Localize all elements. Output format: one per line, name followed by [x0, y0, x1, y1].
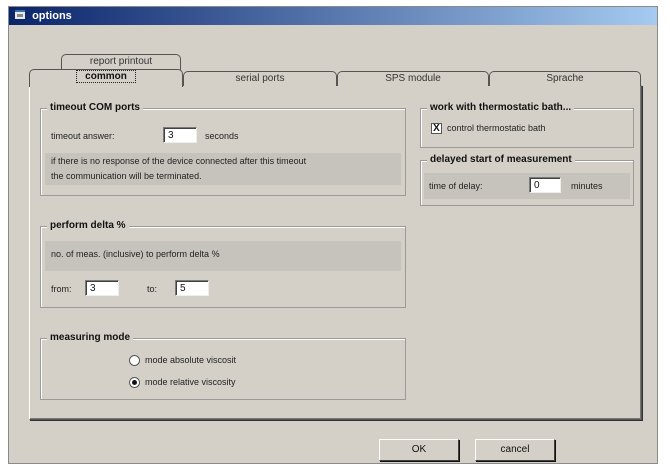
delta-from-input[interactable]: 3	[85, 280, 119, 296]
tab-label: serial ports	[235, 73, 285, 84]
thermostatic-bath-group: work with thermostatic bath... X control…	[420, 102, 634, 148]
radio-selected-dot	[132, 380, 137, 385]
timeout-group: timeout COM ports timeout answer: 3 seco…	[40, 102, 406, 196]
timeout-unit: seconds	[205, 131, 239, 141]
ok-button[interactable]: OK	[379, 439, 459, 461]
cancel-button[interactable]: cancel	[475, 439, 555, 461]
title-bar[interactable]: options	[9, 7, 657, 25]
tab-label: SPS module	[385, 73, 441, 84]
timeout-answer-label: timeout answer:	[51, 131, 115, 141]
window-title: options	[32, 10, 72, 22]
tab-sps-module[interactable]: SPS module	[337, 71, 489, 86]
tab-label: Sprache	[546, 73, 584, 84]
radio-relative-label[interactable]: mode relative viscosity	[145, 377, 236, 387]
delta-group: perform delta % no. of meas. (inclusive)…	[40, 220, 406, 308]
delay-label: time of delay:	[429, 181, 483, 191]
timeout-note-line2: the communication will be terminated.	[51, 171, 202, 181]
delayed-start-title: delayed start of measurement	[427, 154, 575, 165]
control-thermostatic-bath-label[interactable]: control thermostatic bath	[447, 123, 546, 133]
control-thermostatic-bath-checkbox[interactable]: X	[431, 123, 442, 134]
delta-to-label: to:	[147, 284, 158, 294]
tab-panel-common: timeout COM ports timeout answer: 3 seco…	[29, 85, 642, 420]
delta-group-title: perform delta %	[47, 220, 129, 231]
measuring-mode-title: measuring mode	[47, 332, 134, 343]
radio-relative-viscosity[interactable]	[129, 377, 140, 388]
delayed-start-group: delayed start of measurement time of del…	[420, 154, 634, 206]
timeout-note-line1: if there is no response of the device co…	[51, 156, 307, 166]
tab-label: common	[76, 70, 136, 83]
delta-to-input[interactable]: 5	[175, 280, 209, 296]
thermostatic-bath-title: work with thermostatic bath...	[427, 102, 575, 113]
tab-common[interactable]: common	[29, 69, 183, 87]
delta-from-label: from:	[51, 284, 72, 294]
delta-description: no. of meas. (inclusive) to perform delt…	[51, 249, 220, 259]
delay-unit: minutes	[571, 181, 603, 191]
tab-serial-ports[interactable]: serial ports	[183, 71, 337, 86]
timeout-answer-input[interactable]: 3	[163, 127, 197, 143]
timeout-group-title: timeout COM ports	[47, 102, 143, 113]
tab-report-printout[interactable]: report printout	[61, 54, 181, 70]
measuring-mode-group: measuring mode mode absolute viscosit mo…	[40, 332, 406, 400]
window-icon	[15, 7, 25, 25]
options-window: options report printout common serial po…	[8, 6, 658, 464]
tab-label: report printout	[89, 56, 153, 67]
tab-sprache[interactable]: Sprache	[489, 71, 641, 86]
radio-absolute-label[interactable]: mode absolute viscosit	[145, 355, 236, 365]
delay-input[interactable]: 0	[529, 177, 561, 193]
radio-absolute-viscosity[interactable]	[129, 355, 140, 366]
